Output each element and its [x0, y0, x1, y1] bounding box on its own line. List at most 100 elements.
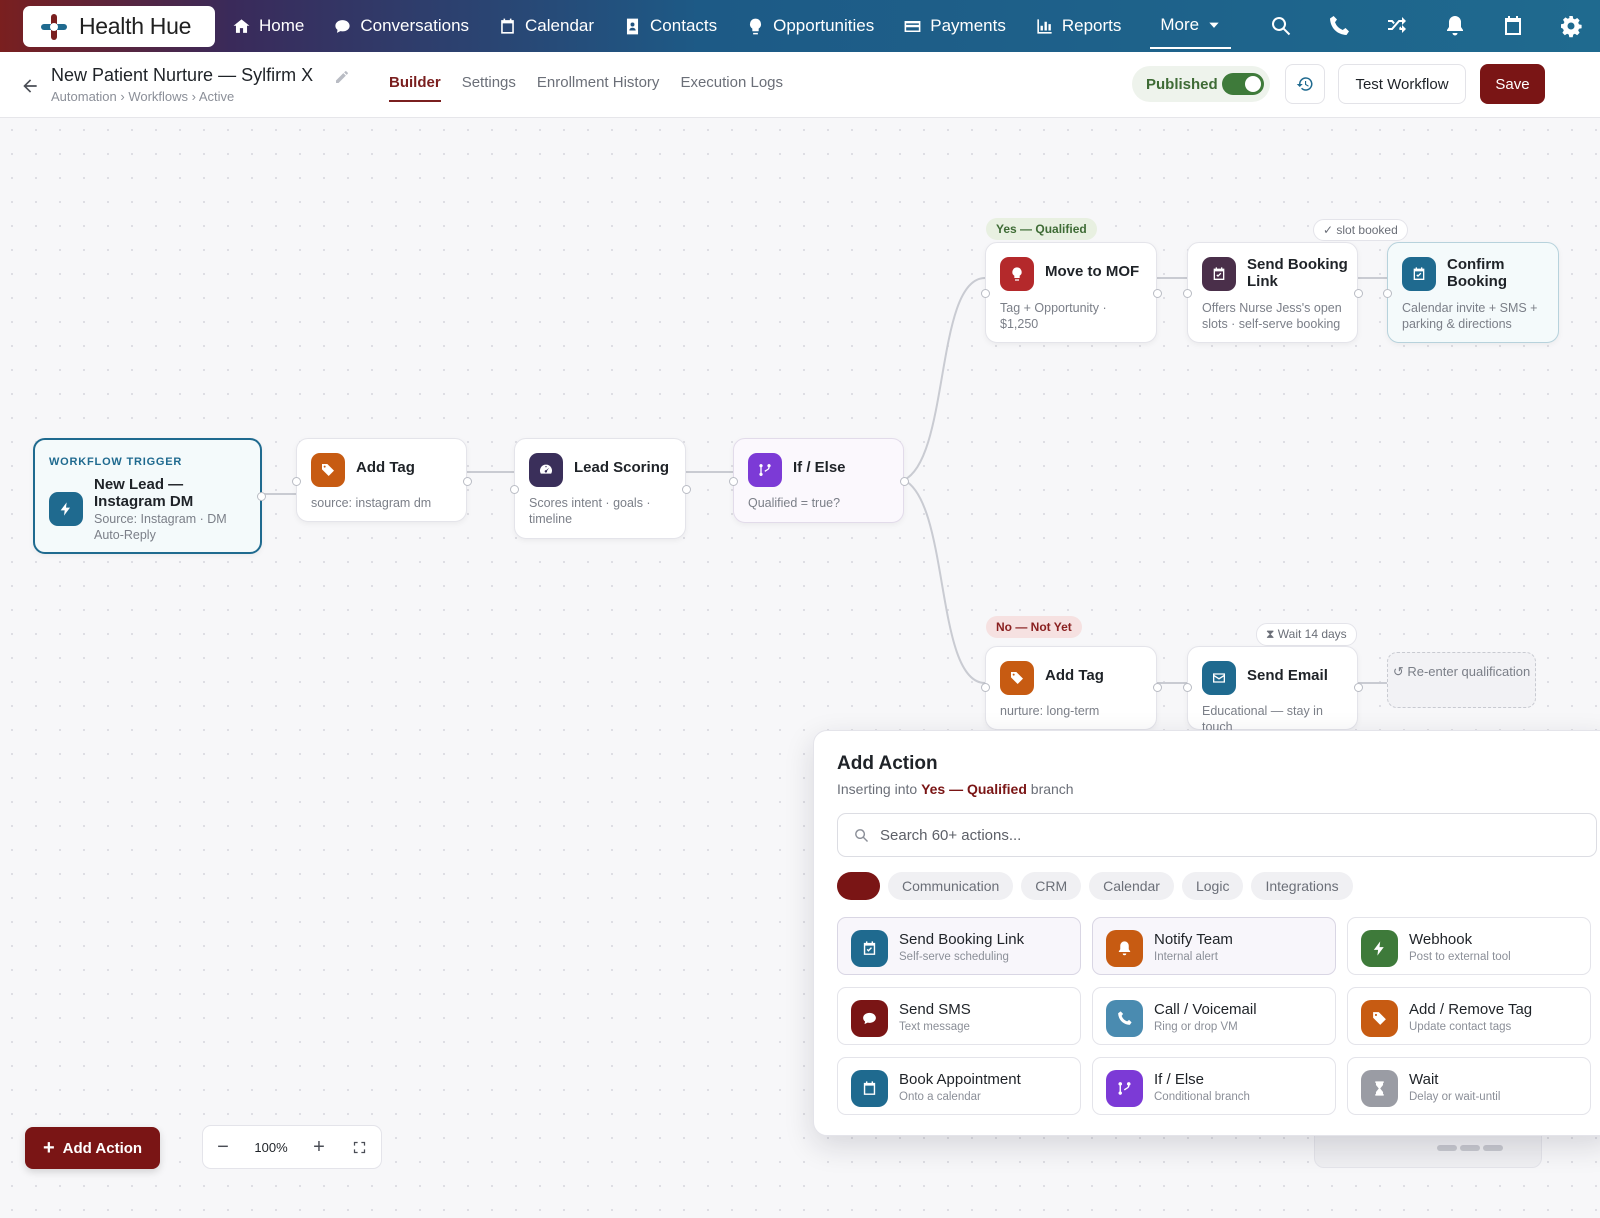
- input-port[interactable]: [981, 289, 990, 298]
- action-search-input[interactable]: [880, 814, 1580, 856]
- save-button[interactable]: Save: [1480, 64, 1545, 104]
- publish-toggle[interactable]: [1222, 73, 1264, 95]
- nav-more-dropdown[interactable]: More: [1150, 3, 1232, 49]
- workflow-trigger-node[interactable]: WORKFLOW TRIGGER New Lead — Instagram DM…: [33, 438, 266, 554]
- output-port[interactable]: [463, 477, 472, 486]
- confirm-booking-node[interactable]: Confirm Booking Calendar invite + SMS + …: [1383, 242, 1559, 343]
- phone-icon: [1106, 1000, 1143, 1037]
- re-enter-qualification-node[interactable]: ↺ Re-enter qualification: [1387, 652, 1536, 708]
- input-port[interactable]: [510, 485, 519, 494]
- action-book-appointment[interactable]: Book Appointment Onto a calendar: [837, 1057, 1081, 1115]
- node-title: Lead Scoring: [574, 459, 670, 476]
- input-port[interactable]: [1183, 683, 1192, 692]
- nav-contacts[interactable]: Contacts: [623, 0, 717, 52]
- add-tag-node[interactable]: Add Tag source: instagram dm: [292, 438, 472, 522]
- tab-builder[interactable]: Builder: [389, 74, 441, 102]
- pencil-edit-icon[interactable]: [334, 69, 350, 85]
- nav-notifications-button[interactable]: [1426, 0, 1484, 52]
- nav-reports-label: Reports: [1061, 16, 1122, 35]
- test-workflow-button[interactable]: Test Workflow: [1338, 64, 1466, 104]
- node-subtitle: Tag + Opportunity · $1,250: [1000, 301, 1107, 331]
- nav-payments[interactable]: Payments: [903, 0, 1006, 52]
- node-title: Move to MOF: [1045, 263, 1140, 280]
- action-send-booking-link[interactable]: Send Booking Link Self-serve scheduling: [837, 917, 1081, 975]
- action-name: Wait: [1409, 1071, 1439, 1088]
- filter-chip-crm[interactable]: CRM: [1021, 872, 1082, 900]
- zoom-in-button[interactable]: +: [299, 1125, 339, 1169]
- fit-view-button[interactable]: [339, 1125, 379, 1169]
- action-call-voicemail[interactable]: Call / Voicemail Ring or drop VM: [1092, 987, 1336, 1045]
- output-port[interactable]: [900, 477, 909, 486]
- send-email-node[interactable]: Send Email Educational — stay in touch: [1183, 646, 1363, 734]
- nav-opportunities[interactable]: Opportunities: [746, 0, 874, 52]
- bell-icon: [1447, 16, 1463, 36]
- plus-icon: +: [42, 1137, 55, 1159]
- phone-icon: [1330, 16, 1349, 35]
- nav-settings-button[interactable]: [1542, 0, 1600, 52]
- slot-booked-label: slot booked: [1336, 223, 1398, 237]
- nav-home[interactable]: Home: [232, 0, 304, 52]
- search-icon: [855, 829, 869, 843]
- tab-settings[interactable]: Settings: [462, 74, 516, 102]
- nav-phone-button[interactable]: [1310, 0, 1368, 52]
- move-to-mof-node[interactable]: Move to MOF Tag + Opportunity · $1,250: [981, 242, 1162, 343]
- back-arrow-icon[interactable]: [20, 76, 40, 96]
- filter-chip-integrations[interactable]: Integrations: [1251, 872, 1353, 900]
- subtitle-prefix: Inserting into: [837, 781, 918, 797]
- action-if-else[interactable]: If / Else Conditional branch: [1092, 1057, 1336, 1115]
- tag-icon: [311, 453, 345, 487]
- nav-conversations[interactable]: Conversations: [333, 0, 469, 52]
- zoom-out-button[interactable]: −: [203, 1125, 243, 1169]
- input-port[interactable]: [292, 477, 301, 486]
- output-port[interactable]: [257, 492, 266, 501]
- nav-payments-label: Payments: [930, 16, 1006, 35]
- output-port[interactable]: [1354, 289, 1363, 298]
- workflow-title[interactable]: New Patient Nurture — Sylfirm X: [51, 65, 313, 86]
- filter-chip-communication[interactable]: Communication: [888, 872, 1014, 900]
- nav-search-button[interactable]: [1252, 0, 1310, 52]
- action-desc: Delay or wait-until: [1409, 1091, 1501, 1103]
- node-subtitle: Qualified = true?: [748, 496, 841, 510]
- action-name: Send Booking Link: [899, 931, 1025, 948]
- calendar-icon: [501, 18, 514, 34]
- subtitle-suffix: branch: [1030, 781, 1074, 797]
- if-else-node[interactable]: If / Else Qualified = true?: [729, 438, 909, 523]
- input-port[interactable]: [981, 683, 990, 692]
- add-tag-node-nurture[interactable]: Add Tag nurture: long-term: [981, 646, 1162, 730]
- lightning-icon: [49, 492, 83, 526]
- gauge-icon: [529, 453, 563, 487]
- bar-chart-icon: [1037, 18, 1052, 34]
- output-port[interactable]: [1354, 683, 1363, 692]
- node-title: Confirm Booking: [1447, 256, 1507, 290]
- input-port[interactable]: [1183, 289, 1192, 298]
- filter-chip-logic[interactable]: Logic: [1181, 872, 1244, 900]
- output-port[interactable]: [682, 485, 691, 494]
- input-port[interactable]: [729, 477, 738, 486]
- action-webhook[interactable]: Webhook Post to external tool: [1347, 917, 1591, 975]
- app-logo[interactable]: Health Hue: [23, 6, 215, 47]
- filter-chip-calendar[interactable]: Calendar: [1089, 872, 1174, 900]
- lead-scoring-node[interactable]: Lead Scoring Scores intent · goals · tim…: [510, 438, 691, 539]
- calendar-check-icon: [851, 930, 888, 967]
- nav-shuffle-button[interactable]: [1368, 0, 1426, 52]
- workflow-canvas[interactable]: WORKFLOW TRIGGER New Lead — Instagram DM…: [0, 118, 1600, 1218]
- action-filter-chips: Communication CRM Calendar Logic Integra…: [837, 872, 1353, 900]
- filter-chip-all[interactable]: [837, 872, 880, 900]
- action-send-sms[interactable]: Send SMS Text message: [837, 987, 1081, 1045]
- output-port[interactable]: [1153, 683, 1162, 692]
- input-port[interactable]: [1383, 289, 1392, 298]
- send-booking-link-node[interactable]: Send Booking Link Offers Nurse Jess's op…: [1183, 242, 1363, 343]
- action-wait[interactable]: Wait Delay or wait-until: [1347, 1057, 1591, 1115]
- output-port[interactable]: [1153, 289, 1162, 298]
- action-add-remove-tag[interactable]: Add / Remove Tag Update contact tags: [1347, 987, 1591, 1045]
- add-action-button[interactable]: + Add Action: [25, 1127, 160, 1169]
- nav-reports[interactable]: Reports: [1035, 0, 1122, 52]
- nav-calendar-button[interactable]: [1484, 0, 1542, 52]
- add-action-panel: Add Action Inserting into Yes — Qualifie…: [813, 730, 1600, 1136]
- action-notify-team[interactable]: Notify Team Internal alert: [1092, 917, 1336, 975]
- nav-calendar[interactable]: Calendar: [498, 0, 594, 52]
- tab-execution-logs[interactable]: Execution Logs: [680, 74, 783, 102]
- version-history-button[interactable]: [1285, 64, 1325, 104]
- check-icon: ✓: [1323, 223, 1337, 237]
- tab-enrollment-history[interactable]: Enrollment History: [537, 74, 660, 102]
